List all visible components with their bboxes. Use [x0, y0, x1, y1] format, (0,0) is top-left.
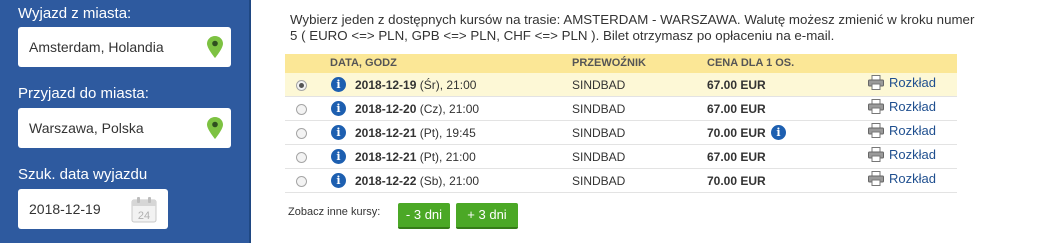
schedule-label: Rozkład [889, 123, 936, 138]
course-price: 67.00 EUR [707, 102, 766, 116]
course-date: 2018-12-21 [355, 150, 417, 164]
search-sidebar: Wyjazd z miasta: Amsterdam, Holandia Prz… [0, 0, 251, 243]
course-datetime: 2018-12-22 (Sb), 21:00 [355, 174, 479, 188]
info-icon[interactable]: i [331, 173, 346, 188]
to-city-field[interactable]: Warszawa, Polska [18, 108, 231, 148]
course-date: 2018-12-19 [355, 78, 417, 92]
info-icon[interactable]: i [331, 125, 346, 140]
info-icon[interactable]: i [331, 149, 346, 164]
date-value: 2018-12-19 [29, 201, 101, 217]
course-radio[interactable] [296, 176, 307, 187]
to-city-value: Warszawa, Polska [29, 120, 144, 136]
schedule-label: Rozkład [889, 171, 936, 186]
table-row[interactable]: i 2018-12-22 (Sb), 21:00 SINDBAD 70.00 E… [285, 169, 957, 193]
course-datetime: 2018-12-21 (Pt), 21:00 [355, 150, 476, 164]
more-courses-label: Zobacz inne kursy: [288, 206, 381, 218]
date-field[interactable]: 2018-12-19 24 [18, 189, 168, 229]
course-date: 2018-12-20 [355, 102, 417, 116]
header-carrier: PRZEWOŹNIK [572, 57, 646, 69]
printer-icon [868, 99, 884, 114]
course-radio[interactable] [296, 80, 307, 91]
course-price: 67.00 EUR [707, 150, 766, 164]
table-header: DATA, GODZ PRZEWOŹNIK CENA DLA 1 OS. [285, 54, 957, 73]
header-price: CENA DLA 1 OS. [707, 57, 795, 69]
minus-3-days-button[interactable]: - 3 dni [398, 203, 450, 229]
schedule-link[interactable]: Rozkład [868, 147, 936, 162]
course-radio[interactable] [296, 104, 307, 115]
course-carrier: SINDBAD [572, 102, 626, 116]
schedule-link[interactable]: Rozkład [868, 123, 936, 138]
table-row[interactable]: i 2018-12-21 (Pt), 19:45 SINDBAD 70.00 E… [285, 121, 957, 145]
course-date: 2018-12-22 [355, 174, 417, 188]
printer-icon [868, 123, 884, 138]
from-city-value: Amsterdam, Holandia [29, 39, 164, 55]
printer-icon [868, 75, 884, 90]
table-row[interactable]: i 2018-12-20 (Cz), 21:00 SINDBAD 67.00 E… [285, 97, 957, 121]
course-price: 70.00 EUR [707, 126, 766, 140]
map-pin-icon[interactable] [207, 117, 223, 139]
info-icon[interactable]: i [331, 77, 346, 92]
course-day-time: (Cz), 21:00 [416, 102, 480, 116]
course-carrier: SINDBAD [572, 78, 626, 92]
calendar-day: 24 [138, 210, 150, 222]
course-radio[interactable] [296, 128, 307, 139]
schedule-link[interactable]: Rozkład [868, 99, 936, 114]
header-date: DATA, GODZ [330, 57, 397, 69]
schedule-label: Rozkład [889, 75, 936, 90]
calendar-icon[interactable]: 24 [131, 196, 157, 223]
price-info-icon[interactable]: i [771, 125, 786, 140]
course-date: 2018-12-21 [355, 126, 417, 140]
course-datetime: 2018-12-20 (Cz), 21:00 [355, 102, 479, 116]
course-price: 67.00 EUR [707, 78, 766, 92]
schedule-label: Rozkład [889, 147, 936, 162]
date-label: Szuk. data wyjazdu [18, 166, 148, 183]
printer-icon [868, 171, 884, 186]
course-day-time: (Śr), 21:00 [416, 78, 477, 92]
from-city-label: Wyjazd z miasta: [18, 5, 132, 22]
course-datetime: 2018-12-21 (Pt), 19:45 [355, 126, 476, 140]
printer-icon [868, 147, 884, 162]
table-row[interactable]: i 2018-12-21 (Pt), 21:00 SINDBAD 67.00 E… [285, 145, 957, 169]
map-pin-icon[interactable] [207, 36, 223, 58]
info-icon[interactable]: i [331, 101, 346, 116]
schedule-label: Rozkład [889, 99, 936, 114]
from-city-field[interactable]: Amsterdam, Holandia [18, 27, 231, 67]
courses-table: DATA, GODZ PRZEWOŹNIK CENA DLA 1 OS. i 2… [285, 54, 957, 193]
schedule-link[interactable]: Rozkład [868, 75, 936, 90]
route-intro-text: Wybierz jeden z dostępnych kursów na tra… [290, 12, 975, 43]
table-row[interactable]: i 2018-12-19 (Śr), 21:00 SINDBAD 67.00 E… [285, 73, 957, 97]
course-day-time: (Pt), 21:00 [416, 150, 476, 164]
course-day-time: (Sb), 21:00 [416, 174, 480, 188]
course-datetime: 2018-12-19 (Śr), 21:00 [355, 78, 476, 92]
course-day-time: (Pt), 19:45 [416, 126, 476, 140]
to-city-label: Przyjazd do miasta: [18, 85, 149, 102]
course-radio[interactable] [296, 152, 307, 163]
plus-3-days-button[interactable]: + 3 dni [456, 203, 518, 229]
course-price: 70.00 EUR [707, 174, 766, 188]
course-carrier: SINDBAD [572, 150, 626, 164]
course-carrier: SINDBAD [572, 126, 626, 140]
course-carrier: SINDBAD [572, 174, 626, 188]
schedule-link[interactable]: Rozkład [868, 171, 936, 186]
